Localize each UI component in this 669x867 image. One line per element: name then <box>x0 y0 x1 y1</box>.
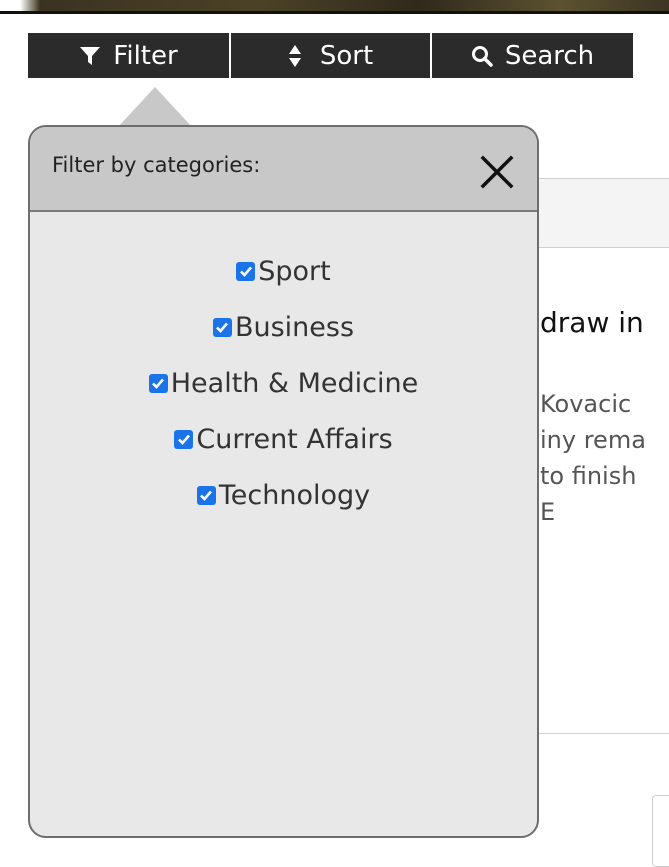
next-card-edge <box>652 795 669 867</box>
checkbox-checked-icon[interactable] <box>196 485 216 505</box>
category-label: Sport <box>258 255 331 287</box>
category-label: Business <box>234 311 355 343</box>
article-excerpt-line: iny rema <box>540 426 646 454</box>
category-option-health-medicine[interactable]: Health & Medicine <box>148 355 419 411</box>
filter-button-label: Filter <box>113 40 178 71</box>
filter-popover-title: Filter by categories: <box>52 153 261 177</box>
filter-popover-header: Filter by categories: <box>30 127 537 212</box>
article-excerpt-line: to finish <box>540 462 637 490</box>
category-option-business[interactable]: Business <box>212 299 355 355</box>
article-excerpt: Kovacic iny rema to finish E <box>540 386 669 530</box>
search-button-label: Search <box>504 40 595 71</box>
category-option-sport[interactable]: Sport <box>236 243 331 299</box>
article-title[interactable]: draw in <box>540 306 644 339</box>
checkbox-checked-icon[interactable] <box>174 429 194 449</box>
category-option-technology[interactable]: Technology <box>196 467 371 523</box>
category-label: Current Affairs <box>196 423 393 455</box>
sort-button-label: Sort <box>319 40 374 71</box>
category-list: Sport Business Health & Medicine Current… <box>30 243 537 523</box>
article-excerpt-line: E <box>540 498 556 526</box>
toolbar: Filter Sort Search <box>28 33 633 78</box>
checkbox-checked-icon[interactable] <box>148 373 168 393</box>
sort-button[interactable]: Sort <box>229 33 430 78</box>
header-image-strip <box>0 0 669 14</box>
category-label: Health & Medicine <box>170 367 419 399</box>
search-button[interactable]: Search <box>430 33 633 78</box>
filter-popover: Filter by categories: Sport Business Hea… <box>28 125 539 838</box>
article-excerpt-line: Kovacic <box>540 390 632 418</box>
filter-funnel-icon <box>79 45 101 67</box>
category-option-current-affairs[interactable]: Current Affairs <box>174 411 393 467</box>
magnifier-icon <box>471 45 493 67</box>
category-label: Technology <box>218 479 371 511</box>
popover-arrow <box>118 87 192 127</box>
checkbox-checked-icon[interactable] <box>212 317 232 337</box>
close-x-icon[interactable] <box>479 154 515 190</box>
sort-updown-icon <box>288 44 302 68</box>
checkbox-checked-icon[interactable] <box>236 261 256 281</box>
filter-button[interactable]: Filter <box>28 33 229 78</box>
article-card-image-area <box>531 179 669 248</box>
